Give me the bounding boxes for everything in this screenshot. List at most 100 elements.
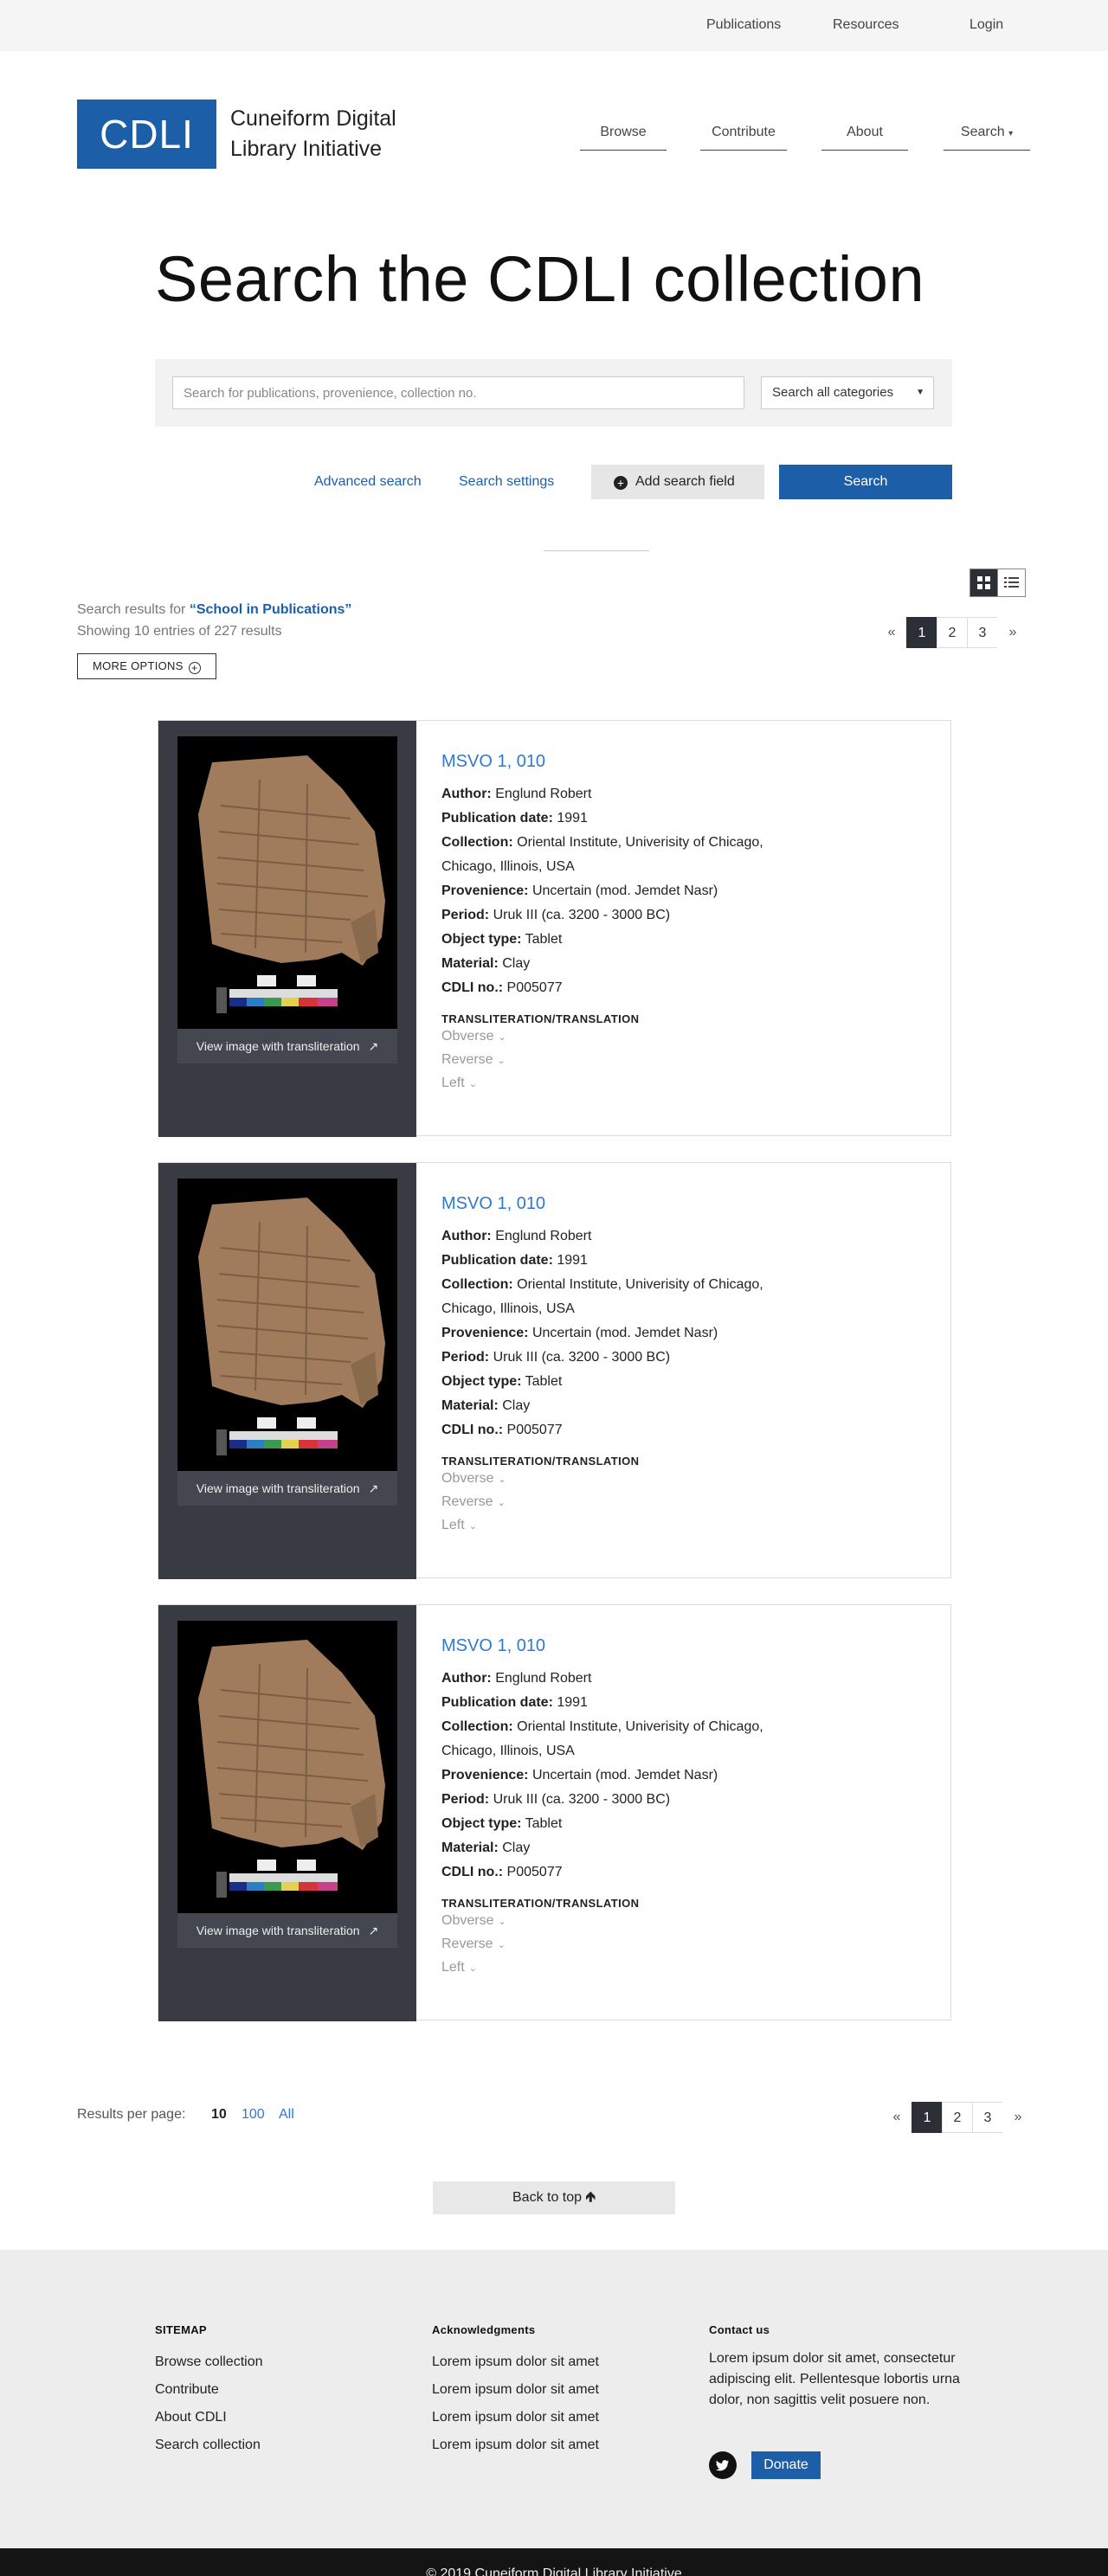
- translit-heading: TRANSLITERATION/TRANSLATION: [441, 1012, 640, 1025]
- results-per-page-option[interactable]: 10: [211, 2107, 227, 2123]
- view-image-button[interactable]: View image with transliteration ↗: [177, 1471, 397, 1506]
- accordion-obverse[interactable]: Obverse ⌄: [441, 1025, 944, 1049]
- footer-link[interactable]: Lorem ipsum dolor sit amet: [432, 2376, 599, 2404]
- card-collection-cont: Chicago, Illinois, USA: [441, 1744, 575, 1758]
- field-value: Uncertain (mod. Jemdet Nasr): [531, 1768, 718, 1783]
- card-publication-date: Publication date: 1991: [441, 806, 944, 831]
- accordion-left[interactable]: Left ⌄: [441, 1514, 944, 1538]
- tablet-photo[interactable]: [177, 736, 397, 1029]
- results-per-page-option[interactable]: All: [279, 2107, 294, 2123]
- field-label: Provenience:: [441, 1326, 529, 1340]
- twitter-icon[interactable]: [709, 2451, 737, 2479]
- pagination-page[interactable]: 3: [967, 617, 998, 648]
- nav-browse[interactable]: Browse: [580, 125, 667, 151]
- pagination-next[interactable]: »: [1002, 2102, 1034, 2133]
- advanced-search-link[interactable]: Advanced search: [314, 474, 422, 490]
- donate-button[interactable]: Donate: [751, 2451, 821, 2479]
- card-title[interactable]: MSVO 1, 010: [441, 752, 944, 772]
- pagination-page[interactable]: 1: [912, 2102, 943, 2133]
- field-label: Publication date:: [441, 1253, 553, 1268]
- footer-link[interactable]: Contribute: [155, 2376, 263, 2404]
- view-image-label: View image with transliteration: [196, 1924, 360, 1937]
- field-value: 1991: [557, 1695, 588, 1710]
- back-to-top-button[interactable]: Back to top 🡹: [433, 2181, 675, 2214]
- card-title[interactable]: MSVO 1, 010: [441, 1194, 944, 1214]
- nav-contribute[interactable]: Contribute: [700, 125, 787, 151]
- card-info: MSVO 1, 010 Author: Englund Robert Publi…: [441, 1636, 944, 1980]
- card-period: Period: Uruk III (ca. 3200 - 3000 BC): [441, 903, 944, 928]
- accordion-left[interactable]: Left ⌄: [441, 1072, 944, 1095]
- results-query[interactable]: “School in Publications”: [190, 602, 352, 617]
- pagination-prev[interactable]: «: [881, 2102, 912, 2133]
- search-button[interactable]: Search: [779, 465, 952, 499]
- grid-view-toggle[interactable]: [970, 569, 998, 597]
- field-value: Englund Robert: [495, 1229, 592, 1243]
- view-image-button[interactable]: View image with transliteration ↗: [177, 1029, 397, 1063]
- copyright-text: © 2019 Cuneiform Digital Library Initiat…: [426, 2566, 682, 2576]
- field-value: P005077: [506, 1423, 563, 1437]
- card-material: Material: Clay: [441, 1836, 944, 1860]
- footer-link[interactable]: Search collection: [155, 2431, 263, 2459]
- footer-sitemap: SITEMAP Browse collection Contribute Abo…: [155, 2323, 263, 2459]
- footer-link[interactable]: Lorem ipsum dolor sit amet: [432, 2431, 599, 2459]
- accordion-left[interactable]: Left ⌄: [441, 1956, 944, 1980]
- field-value: Oriental Institute, Univerisity of Chica…: [517, 835, 763, 850]
- field-value: Clay: [502, 956, 531, 971]
- footer-link[interactable]: Browse collection: [155, 2348, 263, 2376]
- topbar-publications-link[interactable]: Publications: [706, 17, 781, 33]
- card-collection-cont: Chicago, Illinois, USA: [441, 859, 575, 874]
- field-value: Uncertain (mod. Jemdet Nasr): [531, 883, 718, 898]
- footer-link[interactable]: About CDLI: [155, 2404, 263, 2431]
- card-title[interactable]: MSVO 1, 010: [441, 1636, 944, 1656]
- site-logo[interactable]: CDLI: [77, 100, 216, 169]
- card-image-panel: View image with transliteration ↗: [158, 1605, 416, 2021]
- arrow-up-icon: 🡹: [585, 2190, 596, 2205]
- topbar-login-link[interactable]: Login: [970, 17, 1003, 33]
- search-input[interactable]: [172, 376, 744, 409]
- footer-link[interactable]: Lorem ipsum dolor sit amet: [432, 2404, 599, 2431]
- pagination-prev[interactable]: «: [876, 617, 907, 648]
- pagination-top: « 1 2 3 »: [876, 617, 1028, 648]
- category-select[interactable]: Search all categories ▼: [761, 376, 934, 409]
- external-link-icon: ↗: [368, 1039, 379, 1053]
- view-image-button[interactable]: View image with transliteration ↗: [177, 1913, 397, 1948]
- accordion-obverse[interactable]: Obverse ⌄: [441, 1468, 944, 1491]
- accordion-reverse[interactable]: Reverse ⌄: [441, 1933, 944, 1956]
- list-view-toggle[interactable]: [997, 569, 1026, 597]
- result-card: View image with transliteration ↗ MSVO 1…: [158, 720, 951, 1137]
- site-name[interactable]: Cuneiform Digital Library Initiative: [230, 104, 396, 164]
- add-search-field-button[interactable]: + Add search field: [591, 465, 764, 499]
- results-per-page-option[interactable]: 100: [242, 2107, 265, 2123]
- more-options-button[interactable]: MORE OPTIONS +: [77, 653, 216, 679]
- field-value: Uncertain (mod. Jemdet Nasr): [531, 1326, 718, 1340]
- accordion-label: Left: [441, 1076, 465, 1090]
- tablet-photo[interactable]: [177, 1621, 397, 1913]
- tablet-photo[interactable]: [177, 1179, 397, 1471]
- pagination-page[interactable]: 2: [937, 617, 968, 648]
- field-value: 1991: [557, 811, 588, 825]
- tablet-image: [177, 736, 397, 1029]
- search-settings-link[interactable]: Search settings: [459, 474, 554, 490]
- card-collection: Collection: Oriental Institute, Univeris…: [441, 1715, 944, 1739]
- accordion-obverse[interactable]: Obverse ⌄: [441, 1910, 944, 1933]
- topbar-resources-link[interactable]: Resources: [833, 17, 899, 33]
- footer-link[interactable]: Lorem ipsum dolor sit amet: [432, 2348, 599, 2376]
- pagination-page[interactable]: 1: [906, 617, 937, 648]
- nav-about[interactable]: About: [821, 125, 908, 151]
- pagination-page[interactable]: 3: [972, 2102, 1003, 2133]
- site-name-line1: Cuneiform Digital: [230, 106, 396, 131]
- field-label: Collection:: [441, 1719, 513, 1734]
- field-label: Publication date:: [441, 811, 553, 825]
- pagination-page[interactable]: 2: [942, 2102, 973, 2133]
- card-object-type: Object type: Tablet: [441, 928, 944, 952]
- copyright-bar: © 2019 Cuneiform Digital Library Initiat…: [0, 2548, 1108, 2576]
- field-value: 1991: [557, 1253, 588, 1268]
- accordion-reverse[interactable]: Reverse ⌄: [441, 1491, 944, 1514]
- field-value: P005077: [506, 1865, 563, 1879]
- accordion-reverse[interactable]: Reverse ⌄: [441, 1049, 944, 1072]
- pagination-next[interactable]: »: [997, 617, 1028, 648]
- accordion-label: Left: [441, 1960, 465, 1975]
- plus-circle-icon: +: [188, 662, 201, 674]
- field-label: Provenience:: [441, 1768, 529, 1783]
- nav-search[interactable]: Search ▾: [944, 125, 1030, 151]
